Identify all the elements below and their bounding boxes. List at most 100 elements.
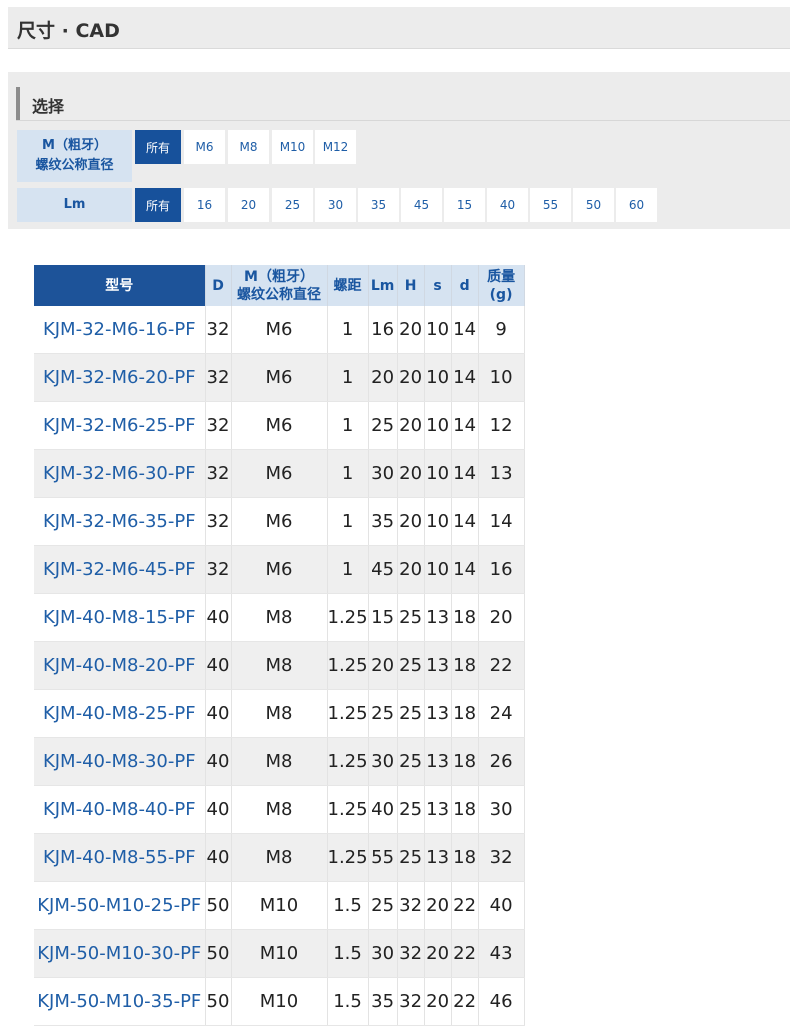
cell-s: 10 <box>424 401 452 450</box>
cell-h: 32 <box>397 881 425 930</box>
filter-option-thread-m12[interactable]: M12 <box>315 130 356 164</box>
cell-s: 10 <box>424 306 452 354</box>
filter-option-thread-m10[interactable]: M10 <box>272 130 313 164</box>
filter-option-thread-m6[interactable]: M6 <box>184 130 225 164</box>
cell-d-inner: 14 <box>451 449 479 498</box>
filter-option-lm-15[interactable]: 15 <box>444 188 485 222</box>
col-header-s: s <box>424 265 452 306</box>
cell-lm: 30 <box>368 737 398 786</box>
filter-option-lm-16[interactable]: 16 <box>184 188 225 222</box>
cell-pitch: 1 <box>327 497 369 546</box>
cell-thread: M10 <box>231 881 328 930</box>
cell-h: 25 <box>397 833 425 882</box>
cell-s: 20 <box>424 881 452 930</box>
cell-pitch: 1.25 <box>327 593 369 642</box>
model-link[interactable]: KJM-40-M8-20-PF <box>34 641 206 690</box>
filter-option-lm-45[interactable]: 45 <box>401 188 442 222</box>
cell-pitch: 1.25 <box>327 833 369 882</box>
cell-d-inner: 18 <box>451 593 479 642</box>
cell-mass: 30 <box>478 785 525 834</box>
cell-d-inner: 18 <box>451 689 479 738</box>
model-link[interactable]: KJM-32-M6-35-PF <box>34 497 206 546</box>
filter-option-lm-20[interactable]: 20 <box>228 188 269 222</box>
model-link[interactable]: KJM-32-M6-45-PF <box>34 545 206 594</box>
col-header-mass-line2: (g) <box>489 286 513 303</box>
selection-heading: 选择 <box>16 87 64 120</box>
model-link[interactable]: KJM-32-M6-20-PF <box>34 353 206 402</box>
cell-mass: 12 <box>478 401 525 450</box>
cell-s: 13 <box>424 593 452 642</box>
cell-pitch: 1 <box>327 401 369 450</box>
filter-option-lm-35[interactable]: 35 <box>358 188 399 222</box>
cell-s: 20 <box>424 977 452 1026</box>
cell-d-outer: 50 <box>205 977 232 1026</box>
filter-option-lm-60[interactable]: 60 <box>616 188 657 222</box>
filter-option-thread-all[interactable]: 所有 <box>135 130 181 164</box>
filter-option-lm-all[interactable]: 所有 <box>135 188 181 222</box>
cell-h: 20 <box>397 449 425 498</box>
cell-d-inner: 22 <box>451 929 479 978</box>
model-link[interactable]: KJM-50-M10-30-PF <box>34 929 206 978</box>
model-link[interactable]: KJM-40-M8-55-PF <box>34 833 206 882</box>
cell-pitch: 1.25 <box>327 785 369 834</box>
model-link[interactable]: KJM-40-M8-30-PF <box>34 737 206 786</box>
cell-mass: 32 <box>478 833 525 882</box>
model-link[interactable]: KJM-40-M8-15-PF <box>34 593 206 642</box>
cell-thread: M6 <box>231 545 328 594</box>
cell-pitch: 1.25 <box>327 737 369 786</box>
cell-s: 10 <box>424 545 452 594</box>
cell-pitch: 1 <box>327 545 369 594</box>
cell-lm: 30 <box>368 449 398 498</box>
table-row: KJM-40-M8-20-PF 40 M8 1.25 20 25 13 18 22 <box>34 641 525 690</box>
col-header-mass-line1: 质量 <box>487 268 516 285</box>
cell-d-inner: 18 <box>451 785 479 834</box>
cell-pitch: 1 <box>327 306 369 354</box>
cell-h: 25 <box>397 689 425 738</box>
cell-thread: M8 <box>231 833 328 882</box>
cell-mass: 24 <box>478 689 525 738</box>
col-header-thread-line1: M（粗牙） <box>244 268 314 285</box>
filter-option-lm-55[interactable]: 55 <box>530 188 571 222</box>
model-link[interactable]: KJM-40-M8-25-PF <box>34 689 206 738</box>
filter-option-lm-30[interactable]: 30 <box>315 188 356 222</box>
page-header: 尺寸 · CAD <box>8 7 790 49</box>
cell-h: 25 <box>397 737 425 786</box>
filter-option-lm-40[interactable]: 40 <box>487 188 528 222</box>
filter-option-thread-m8[interactable]: M8 <box>228 130 269 164</box>
filter-option-lm-50[interactable]: 50 <box>573 188 614 222</box>
model-link[interactable]: KJM-50-M10-35-PF <box>34 977 206 1026</box>
table-row: KJM-32-M6-20-PF 32 M6 1 20 20 10 14 10 <box>34 353 525 402</box>
cell-lm: 15 <box>368 593 398 642</box>
cell-mass: 46 <box>478 977 525 1026</box>
model-link[interactable]: KJM-40-M8-40-PF <box>34 785 206 834</box>
model-link[interactable]: KJM-50-M10-25-PF <box>34 881 206 930</box>
cell-mass: 9 <box>478 306 525 354</box>
cell-thread: M8 <box>231 785 328 834</box>
table-row: KJM-40-M8-40-PF 40 M8 1.25 40 25 13 18 30 <box>34 785 525 834</box>
model-link[interactable]: KJM-32-M6-30-PF <box>34 449 206 498</box>
filter-label-lm-text: Lm <box>63 197 86 212</box>
cell-d-inner: 22 <box>451 881 479 930</box>
table-row: KJM-50-M10-35-PF 50 M10 1.5 35 32 20 22 46 <box>34 977 525 1026</box>
cell-thread: M6 <box>231 306 328 354</box>
table-row: KJM-40-M8-15-PF 40 M8 1.25 15 25 13 18 20 <box>34 593 525 642</box>
cell-lm: 30 <box>368 929 398 978</box>
model-link[interactable]: KJM-32-M6-25-PF <box>34 401 206 450</box>
cell-d-inner: 14 <box>451 353 479 402</box>
cell-s: 10 <box>424 497 452 546</box>
table-header-row: 型号 D M（粗牙） 螺纹公称直径 螺距 Lm H s d 质量 (g) <box>34 265 525 306</box>
cell-lm: 25 <box>368 881 398 930</box>
cell-s: 20 <box>424 929 452 978</box>
cell-lm: 45 <box>368 545 398 594</box>
table-row: KJM-40-M8-25-PF 40 M8 1.25 25 25 13 18 24 <box>34 689 525 738</box>
cell-mass: 43 <box>478 929 525 978</box>
cell-pitch: 1.5 <box>327 977 369 1026</box>
col-header-mass: 质量 (g) <box>478 265 525 306</box>
cell-lm: 40 <box>368 785 398 834</box>
cell-d-outer: 40 <box>205 689 232 738</box>
model-link[interactable]: KJM-32-M6-16-PF <box>34 306 206 354</box>
filter-option-lm-25[interactable]: 25 <box>272 188 313 222</box>
cell-s: 13 <box>424 737 452 786</box>
filter-label-thread-line1: M（粗牙） <box>42 138 107 153</box>
table-row: KJM-40-M8-30-PF 40 M8 1.25 30 25 13 18 26 <box>34 737 525 786</box>
